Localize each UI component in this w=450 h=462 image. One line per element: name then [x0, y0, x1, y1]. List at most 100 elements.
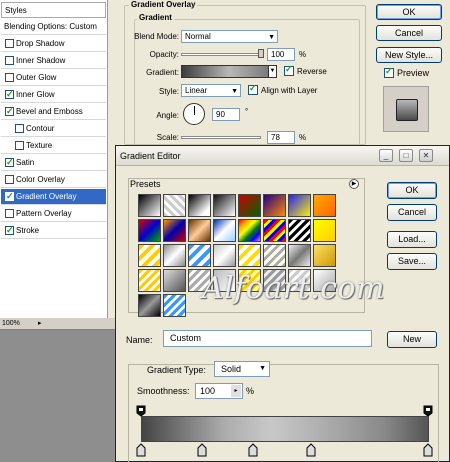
- gradient-picker[interactable]: [181, 65, 277, 78]
- style-checkbox[interactable]: [15, 141, 24, 150]
- color-stop-icon[interactable]: [423, 443, 433, 457]
- style-item-label: Pattern Overlay: [16, 209, 72, 218]
- chevron-down-icon: ▼: [259, 365, 266, 372]
- style-select[interactable]: Linear ▼: [181, 84, 241, 97]
- style-checkbox[interactable]: [15, 124, 24, 133]
- preset-swatch[interactable]: [263, 244, 286, 267]
- style-item[interactable]: Texture: [1, 138, 106, 154]
- gradient-bar[interactable]: [141, 416, 429, 442]
- smoothness-dropdown-icon[interactable]: ▸: [231, 385, 241, 397]
- gradient-dropdown-icon[interactable]: ▼: [268, 65, 277, 78]
- color-stop-icon[interactable]: [248, 443, 258, 457]
- close-icon[interactable]: ✕: [419, 149, 433, 162]
- style-item-label: Drop Shadow: [16, 39, 65, 48]
- angle-unit: °: [245, 107, 249, 116]
- zoom-level[interactable]: 100%: [2, 320, 20, 327]
- status-arrow-icon[interactable]: ▸: [38, 318, 42, 330]
- new-style-button[interactable]: New Style...: [376, 47, 442, 63]
- style-checkbox[interactable]: [5, 155, 14, 170]
- preset-swatch[interactable]: [213, 219, 236, 242]
- preset-swatch[interactable]: [138, 269, 161, 292]
- style-item-label: Gradient Overlay: [16, 192, 77, 201]
- style-item[interactable]: Pattern Overlay: [1, 206, 106, 222]
- preset-swatch[interactable]: [263, 219, 286, 242]
- maximize-icon[interactable]: □: [399, 149, 413, 162]
- preset-swatch[interactable]: [188, 244, 211, 267]
- scale-slider[interactable]: [181, 136, 261, 139]
- color-stop-icon[interactable]: [306, 443, 316, 457]
- style-checkbox[interactable]: [5, 56, 14, 65]
- preset-swatch[interactable]: [163, 244, 186, 267]
- preset-swatch[interactable]: [313, 244, 336, 267]
- preset-swatch[interactable]: [138, 294, 161, 317]
- preset-swatch[interactable]: [213, 244, 236, 267]
- reverse-checkbox[interactable]: [284, 64, 294, 76]
- preset-swatch[interactable]: [263, 194, 286, 217]
- style-checkbox[interactable]: [5, 73, 14, 82]
- preset-swatch[interactable]: [313, 194, 336, 217]
- ok-button[interactable]: OK: [376, 4, 442, 20]
- styles-header[interactable]: Styles: [1, 2, 106, 18]
- style-checkbox[interactable]: [5, 189, 14, 204]
- style-item[interactable]: Inner Shadow: [1, 53, 106, 69]
- editor-cancel-button[interactable]: Cancel: [387, 204, 437, 221]
- angle-dial[interactable]: [183, 103, 205, 125]
- style-item[interactable]: Outer Glow: [1, 70, 106, 86]
- preset-swatch[interactable]: [213, 194, 236, 217]
- style-checkbox[interactable]: [5, 87, 14, 102]
- presets-menu-icon[interactable]: ▶: [349, 179, 359, 189]
- opacity-input[interactable]: 100: [267, 48, 295, 61]
- preset-swatch[interactable]: [238, 194, 261, 217]
- style-item[interactable]: Satin: [1, 155, 106, 171]
- preset-swatch[interactable]: [313, 219, 336, 242]
- preset-swatch[interactable]: [138, 244, 161, 267]
- preset-swatch[interactable]: [238, 219, 261, 242]
- preset-swatch[interactable]: [138, 194, 161, 217]
- preset-swatch[interactable]: [288, 194, 311, 217]
- preset-swatch[interactable]: [163, 269, 186, 292]
- style-checkbox[interactable]: [5, 223, 14, 238]
- load-button[interactable]: Load...: [387, 231, 437, 248]
- preview-checkbox[interactable]: [384, 66, 394, 78]
- preset-swatch[interactable]: [188, 194, 211, 217]
- style-checkbox[interactable]: [5, 39, 14, 48]
- preset-swatch[interactable]: [288, 219, 311, 242]
- style-item[interactable]: Drop Shadow: [1, 36, 106, 52]
- color-stop-icon[interactable]: [136, 443, 146, 457]
- preset-swatch[interactable]: [188, 219, 211, 242]
- scale-input[interactable]: 78: [267, 131, 295, 144]
- preset-swatch[interactable]: [138, 219, 161, 242]
- name-label: Name:: [126, 335, 153, 345]
- preset-swatch[interactable]: [288, 244, 311, 267]
- style-item[interactable]: Gradient Overlay: [1, 189, 106, 205]
- style-item[interactable]: Color Overlay: [1, 172, 106, 188]
- blend-mode-select[interactable]: Normal ▼: [181, 30, 278, 43]
- editor-ok-button[interactable]: OK: [387, 182, 437, 199]
- save-button[interactable]: Save...: [387, 253, 437, 270]
- preset-swatch[interactable]: [163, 294, 186, 317]
- preset-swatch[interactable]: [163, 194, 186, 217]
- minimize-icon[interactable]: _: [379, 149, 393, 162]
- align-with-layer-checkbox[interactable]: [248, 83, 258, 95]
- status-bar: 100% ▸: [0, 318, 115, 330]
- style-item[interactable]: Stroke: [1, 223, 106, 239]
- preset-swatch[interactable]: [238, 244, 261, 267]
- gradient-type-select[interactable]: Solid ▼: [214, 361, 270, 377]
- opacity-slider-handle[interactable]: [258, 49, 264, 58]
- new-button[interactable]: New: [387, 331, 437, 348]
- angle-input[interactable]: 90: [212, 108, 240, 121]
- style-checkbox[interactable]: [5, 175, 14, 184]
- name-input[interactable]: Custom: [163, 330, 372, 347]
- smoothness-input[interactable]: 100 ▸: [195, 383, 243, 399]
- style-item[interactable]: Blending Options: Custom: [1, 19, 106, 35]
- style-checkbox[interactable]: [5, 104, 14, 119]
- style-item[interactable]: Inner Glow: [1, 87, 106, 103]
- opacity-slider[interactable]: [181, 53, 261, 56]
- style-item[interactable]: Contour: [1, 121, 106, 137]
- style-checkbox[interactable]: [5, 209, 14, 218]
- cancel-button[interactable]: Cancel: [376, 25, 442, 41]
- color-stop-icon[interactable]: [197, 443, 207, 457]
- style-item[interactable]: Bevel and Emboss: [1, 104, 106, 120]
- preset-swatch[interactable]: [163, 219, 186, 242]
- gradient-editor-window: Gradient Editor _ □ ✕ Presets ▶ Alfoart.…: [115, 145, 450, 462]
